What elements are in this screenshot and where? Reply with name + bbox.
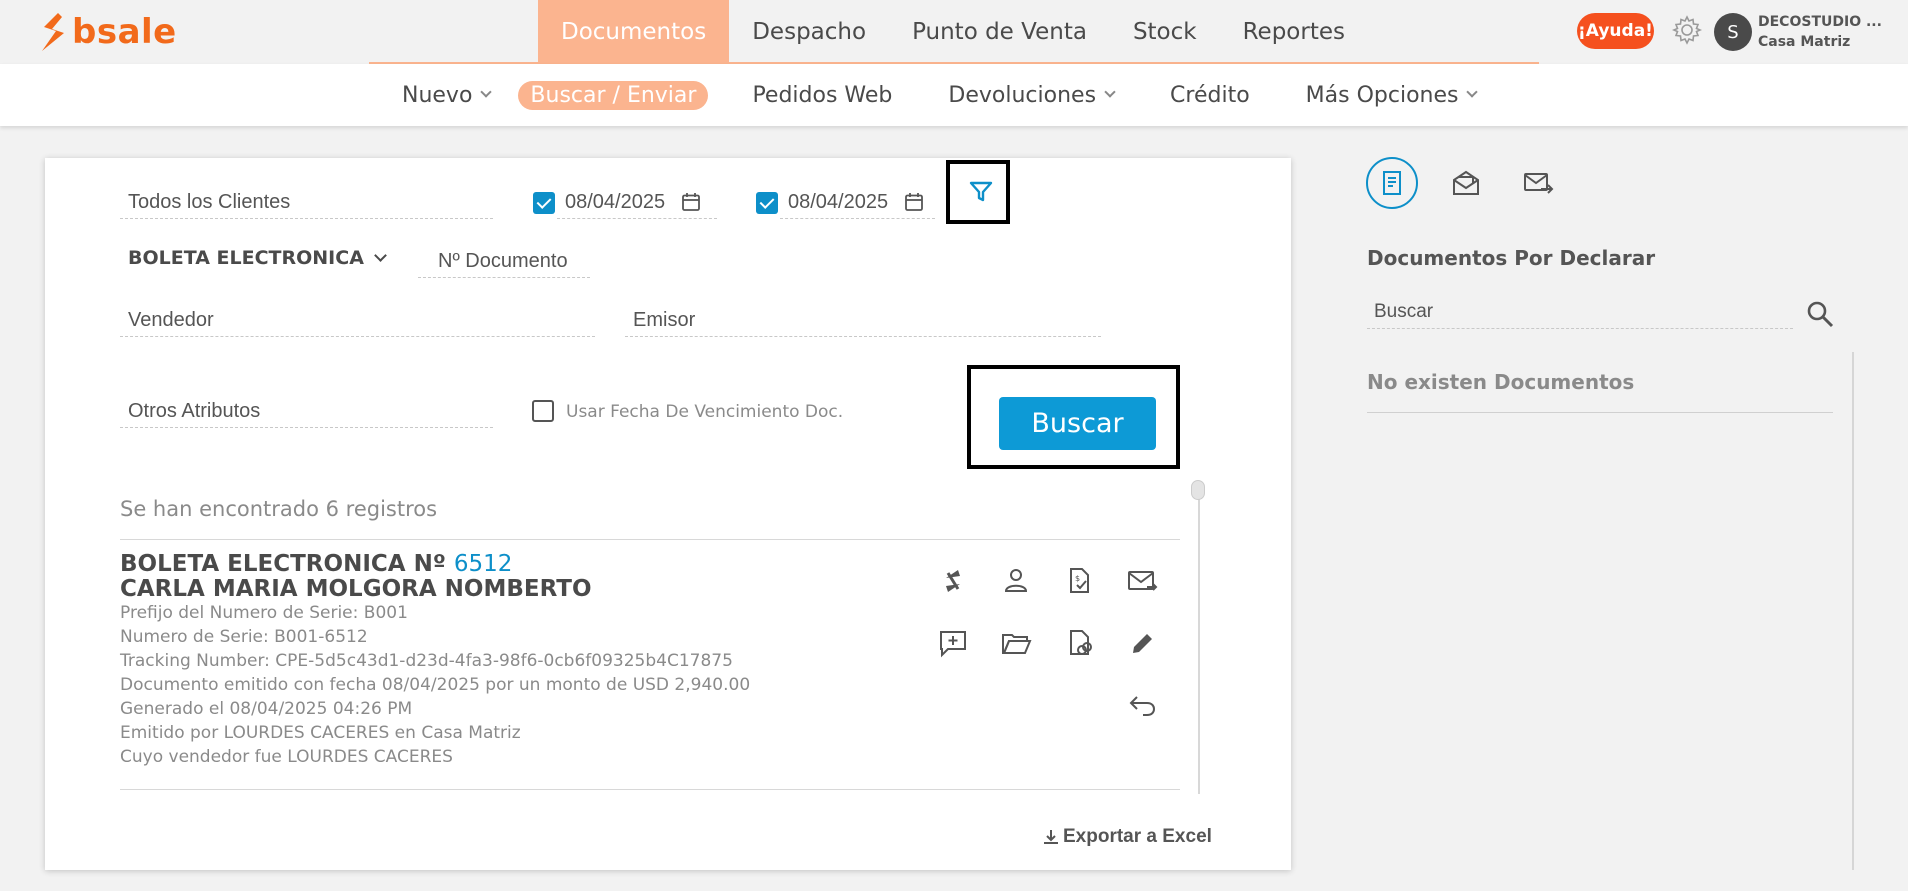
detail-line: Prefijo del Numero de Serie: B001 (120, 603, 408, 623)
main-nav-despacho[interactable]: Despacho (729, 0, 889, 64)
doc-number-input[interactable]: Nº Documento (418, 244, 590, 278)
send-email-icon[interactable] (1125, 564, 1159, 598)
account-branch: Casa Matriz (1758, 34, 1851, 50)
chevron-down-icon (1466, 86, 1479, 98)
sub-nav-label: Más Opciones (1305, 82, 1459, 108)
sub-nav-nuevo[interactable]: Nuevo (402, 82, 493, 108)
search-button[interactable]: Buscar (999, 397, 1156, 450)
detail-line: Cuyo vendedor fue LOURDES CACERES (120, 747, 453, 767)
date-from-checkbox[interactable] (533, 192, 555, 214)
panel-scrollbar-track (1852, 352, 1854, 870)
detail-line: Numero de Serie: B001-6512 (120, 627, 368, 647)
account-info[interactable]: DECOSTUDIO ... Casa Matriz (1758, 12, 1882, 52)
search-icon[interactable] (1804, 298, 1836, 330)
bsale-logo[interactable]: bsale (38, 10, 177, 54)
date-to-checkbox[interactable] (756, 192, 778, 214)
bsale-logo-mark (42, 13, 64, 51)
svg-text:$: $ (1075, 574, 1080, 583)
sub-nav: Nuevo Buscar / Enviar Pedidos Web Devolu… (388, 64, 1490, 126)
result-item-title[interactable]: BOLETA ELECTRONICA Nº 6512 CARLA MARIA M… (120, 552, 592, 602)
panel-search-input[interactable]: Buscar (1367, 295, 1793, 329)
detail-line: Generado el 08/04/2025 04:26 PM (120, 699, 413, 719)
tab-documents-to-declare[interactable] (1366, 157, 1418, 209)
sub-nav-credito[interactable]: Crédito (1170, 83, 1250, 108)
panel-empty-message: No existen Documentos (1367, 370, 1635, 394)
filter-icon[interactable] (968, 180, 994, 204)
results-divider (120, 539, 1180, 540)
use-due-date-checkbox[interactable] (532, 400, 554, 422)
download-icon (1044, 830, 1058, 844)
sub-nav-label: Devoluciones (948, 82, 1097, 108)
sub-nav-bar: Nuevo Buscar / Enviar Pedidos Web Devolu… (0, 64, 1908, 126)
document-check-icon[interactable]: $ (1062, 564, 1096, 598)
detail-line: Documento emitido con fecha 08/04/2025 p… (120, 675, 751, 695)
add-comment-icon[interactable] (936, 626, 970, 660)
seller-input[interactable]: Vendedor (120, 303, 595, 337)
panel-divider (1367, 412, 1833, 413)
doc-type-label: BOLETA ELECTRONICA (128, 247, 364, 269)
edit-pencil-icon[interactable] (1125, 626, 1159, 660)
receipt-icon (1383, 171, 1401, 195)
results-divider (120, 789, 1180, 790)
sub-nav-pedidos-web[interactable]: Pedidos Web (752, 83, 892, 108)
main-nav-stock[interactable]: Stock (1110, 0, 1220, 64)
other-attributes-input[interactable]: Otros Atributos (120, 394, 493, 428)
client-name: CARLA MARIA MOLGORA NOMBERTO (120, 576, 592, 602)
results-scrollbar-thumb[interactable] (1191, 480, 1205, 500)
tab-opened-mail[interactable] (1440, 157, 1492, 209)
gear-icon[interactable] (1671, 14, 1703, 46)
detail-line: Emitido por LOURDES CACERES en Casa Matr… (120, 723, 521, 743)
doc-number-link[interactable]: 6512 (454, 551, 513, 577)
tab-forward-mail[interactable] (1512, 157, 1564, 209)
main-nav: Documentos Despacho Punto de Venta Stock… (538, 0, 1368, 64)
sub-nav-mas-opciones[interactable]: Más Opciones (1305, 82, 1479, 108)
person-icon[interactable] (999, 564, 1033, 598)
account-name: DECOSTUDIO ... (1758, 14, 1882, 30)
client-select[interactable]: Todos los Clientes (120, 185, 493, 219)
avatar[interactable]: S (1714, 13, 1752, 51)
results-scrollbar-track[interactable] (1198, 482, 1200, 794)
detail-line: Tracking Number: CPE-5d5c43d1-d23d-4fa3-… (120, 651, 733, 671)
chevron-down-icon (1104, 86, 1116, 98)
mail-forward-icon (1524, 173, 1554, 194)
doc-label: BOLETA ELECTRONICA Nº (120, 551, 446, 577)
folder-open-icon[interactable] (999, 626, 1033, 660)
chevron-down-icon (480, 86, 493, 98)
results-summary: Se han encontrado 6 registros (120, 497, 438, 521)
use-due-date-label[interactable]: Usar Fecha De Vencimiento Doc. (566, 402, 843, 422)
bsale-logo-text: bsale (72, 12, 177, 52)
top-bar: bsale Documentos Despacho Punto de Venta… (0, 0, 1908, 64)
sub-nav-buscar-enviar[interactable]: Buscar / Enviar (518, 80, 709, 110)
sub-nav-label: Nuevo (402, 82, 473, 108)
calendar-icon[interactable] (904, 192, 924, 212)
sub-nav-devoluciones[interactable]: Devoluciones (948, 82, 1116, 108)
panel-title: Documentos Por Declarar (1367, 246, 1656, 270)
document-link-icon[interactable] (1062, 626, 1096, 660)
undo-return-icon[interactable] (1125, 688, 1159, 722)
chevron-down-icon (374, 248, 387, 262)
main-nav-reportes[interactable]: Reportes (1220, 0, 1368, 64)
main-nav-documentos[interactable]: Documentos (538, 0, 730, 64)
main-nav-punto-de-venta[interactable]: Punto de Venta (889, 0, 1110, 64)
export-excel-link[interactable]: Exportar a Excel (1042, 826, 1212, 848)
export-label: Exportar a Excel (1063, 826, 1212, 847)
issuer-input[interactable]: Emisor (625, 303, 1101, 337)
sync-document-icon[interactable] (936, 564, 970, 598)
mail-open-icon (1453, 170, 1479, 195)
help-button[interactable]: ¡Ayuda! (1577, 13, 1654, 49)
calendar-icon[interactable] (681, 192, 701, 212)
doc-type-select[interactable]: BOLETA ELECTRONICA (128, 247, 387, 269)
result-item-details: Prefijo del Numero de Serie: B001 Numero… (120, 601, 750, 769)
